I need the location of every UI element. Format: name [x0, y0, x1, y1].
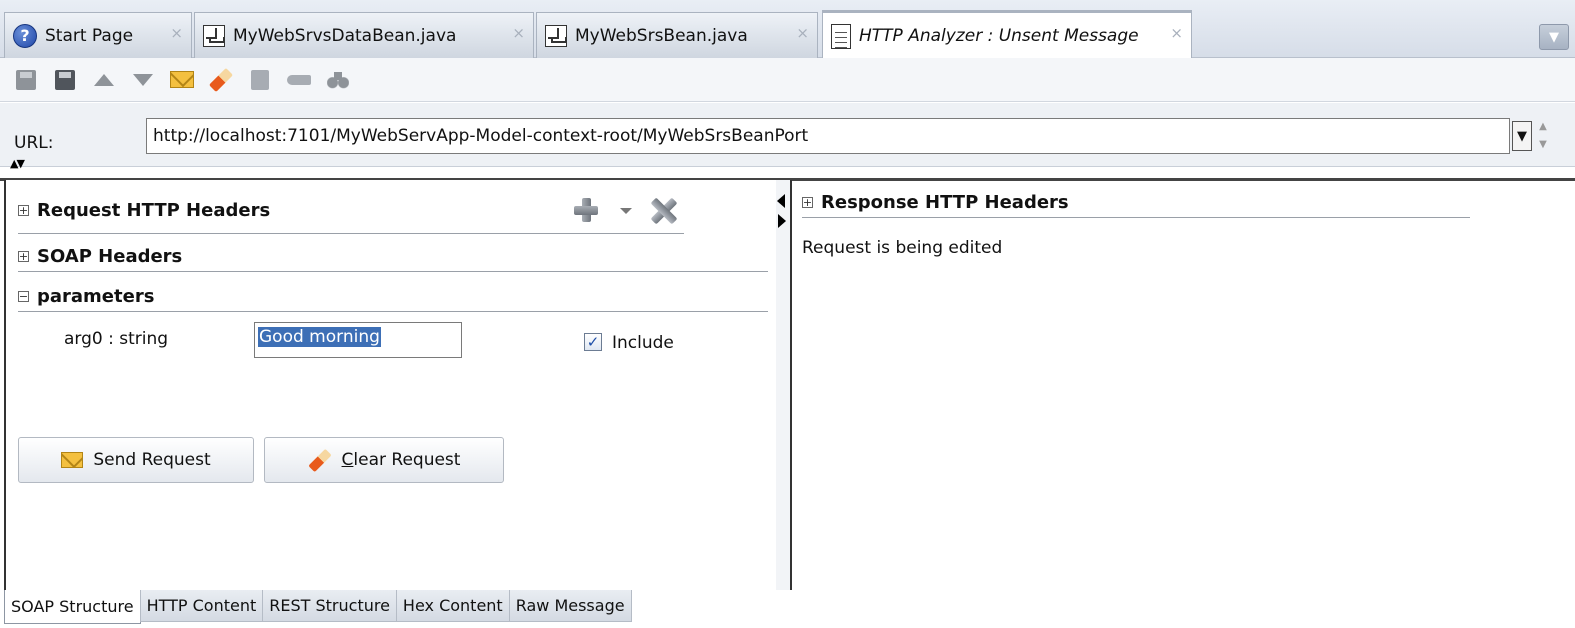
expand-icon[interactable]: +: [802, 197, 813, 208]
chevron-down-icon: ▼: [1549, 29, 1559, 45]
tab-mywebsrsbean[interactable]: MyWebSrsBean.java ×: [536, 12, 818, 58]
tab-label: HTTP Analyzer : Unsent Message: [859, 26, 1139, 46]
find-icon[interactable]: [248, 68, 272, 92]
expand-icon[interactable]: +: [18, 205, 29, 216]
include-label: Include: [612, 333, 674, 353]
java-file-icon: [545, 24, 567, 47]
include-checkbox[interactable]: ✓: [584, 333, 602, 351]
chevron-down-icon[interactable]: [620, 208, 632, 214]
key-icon[interactable]: [287, 68, 311, 92]
help-icon: ?: [13, 23, 37, 48]
close-icon[interactable]: ×: [796, 24, 809, 42]
request-panel: [4, 180, 776, 590]
previous-icon[interactable]: [92, 68, 116, 92]
envelope-icon: [61, 452, 84, 468]
selected-text: Good morning: [258, 327, 381, 347]
collapse-right-icon[interactable]: [778, 214, 786, 228]
collapse-toggle-icon[interactable]: ▲▼: [10, 158, 25, 169]
binoculars-icon[interactable]: [326, 68, 350, 92]
next-icon[interactable]: [131, 68, 155, 92]
java-file-icon: [203, 24, 225, 47]
close-icon[interactable]: ×: [512, 24, 525, 42]
collapse-icon[interactable]: −: [18, 291, 29, 302]
url-spinner[interactable]: ▲ ▼: [1536, 117, 1550, 153]
response-status-text: Request is being edited: [802, 238, 1003, 258]
send-request-button[interactable]: Send Request: [18, 437, 254, 483]
expand-icon[interactable]: +: [18, 251, 29, 262]
tab-label: MyWebSrvsDataBean.java: [233, 25, 457, 46]
collapse-left-icon[interactable]: [777, 194, 785, 208]
eraser-icon: [307, 448, 332, 472]
clear-request-icon[interactable]: [208, 67, 234, 92]
close-icon[interactable]: ×: [170, 24, 183, 42]
button-label: Clear Request: [342, 450, 461, 470]
http-analyzer-window: ? Start Page × MyWebSrvsDataBean.java × …: [0, 0, 1575, 628]
tab-http-analyzer[interactable]: HTTP Analyzer : Unsent Message ×: [822, 10, 1192, 59]
section-divider: [18, 233, 684, 234]
url-input[interactable]: [146, 118, 1510, 154]
section-title: parameters: [37, 286, 155, 307]
button-label: Send Request: [93, 450, 211, 470]
chevron-down-icon: ▼: [1517, 128, 1527, 144]
spin-up-icon[interactable]: ▲: [1539, 121, 1547, 132]
parameter-label: arg0 : string: [64, 329, 169, 349]
section-divider: [18, 271, 768, 272]
save-to-file-icon[interactable]: [53, 68, 77, 92]
tab-http-content[interactable]: HTTP Content: [139, 590, 264, 622]
section-divider: [18, 311, 768, 312]
section-title: SOAP Headers: [37, 246, 183, 267]
response-http-headers-section[interactable]: + Response HTTP Headers: [802, 192, 1069, 213]
editor-tab-strip: ? Start Page × MyWebSrvsDataBean.java × …: [0, 0, 1575, 59]
url-bar: URL: ▼ ▲ ▼: [0, 103, 1575, 167]
tab-soap-structure[interactable]: SOAP Structure: [4, 590, 141, 624]
tab-label: Start Page: [45, 25, 134, 46]
url-history-dropdown[interactable]: ▼: [1512, 121, 1532, 151]
soap-headers-section[interactable]: + SOAP Headers: [18, 246, 182, 267]
tab-rest-structure[interactable]: REST Structure: [262, 590, 397, 622]
toolbar: [0, 58, 1575, 102]
accelerator-key: C: [341, 450, 354, 470]
view-tabs: SOAP Structure HTTP Content REST Structu…: [4, 590, 632, 624]
document-icon: [831, 23, 851, 49]
section-divider: [802, 217, 1470, 218]
send-request-icon[interactable]: [170, 68, 194, 92]
arg0-input[interactable]: Good morning: [254, 322, 462, 358]
delete-header-icon[interactable]: [648, 196, 678, 226]
tab-hex-content[interactable]: Hex Content: [395, 590, 510, 622]
save-icon[interactable]: [14, 68, 38, 92]
close-icon[interactable]: ×: [1170, 24, 1183, 42]
url-label: URL:: [14, 133, 54, 153]
tab-raw-message[interactable]: Raw Message: [508, 590, 632, 622]
parameters-section[interactable]: − parameters: [18, 286, 154, 307]
request-http-headers-section[interactable]: + Request HTTP Headers: [18, 200, 270, 221]
tab-label: MyWebSrsBean.java: [575, 25, 748, 46]
spin-down-icon[interactable]: ▼: [1539, 139, 1547, 150]
button-label-rest: lear Request: [353, 450, 461, 470]
panel-splitter[interactable]: [776, 180, 792, 590]
section-title: Response HTTP Headers: [821, 192, 1069, 213]
tab-start-page[interactable]: ? Start Page ×: [4, 12, 192, 58]
tab-mywebsrvsdatabean[interactable]: MyWebSrvsDataBean.java ×: [194, 12, 534, 58]
clear-request-button[interactable]: Clear Request: [264, 437, 504, 483]
tab-list-dropdown[interactable]: ▼: [1539, 24, 1569, 50]
section-title: Request HTTP Headers: [37, 200, 271, 221]
add-header-icon[interactable]: [572, 196, 600, 224]
